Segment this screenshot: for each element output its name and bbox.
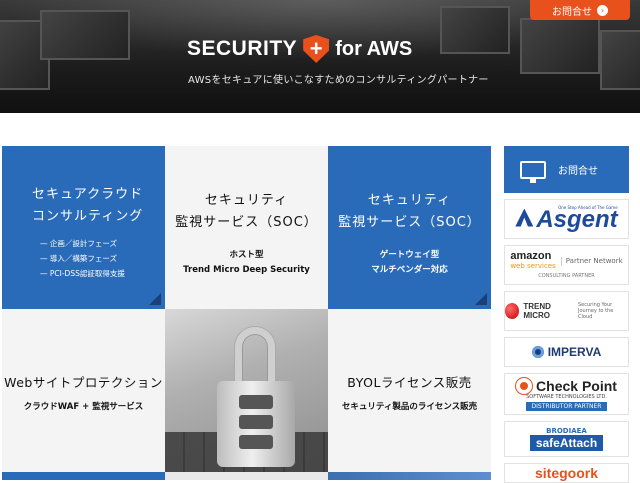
padlock-dial xyxy=(239,415,273,429)
partial-logo: sitegoork xyxy=(534,465,598,481)
chevron-right-icon: › xyxy=(597,4,608,16)
tagline: AWSをセキュアに使いこなすためのコンサルティングパートナー xyxy=(188,75,489,86)
tile-subtitle: ホスト型 Trend Micro Deep Security xyxy=(183,250,310,275)
banner-asgent[interactable]: One Step Ahead of The Game Asgent xyxy=(504,199,629,239)
banner-trend-micro[interactable]: TREND MICRO Securing Your Journey to the… xyxy=(504,291,629,331)
padlock-body xyxy=(217,381,295,467)
tile-title: Webサイトプロテクション xyxy=(4,375,163,390)
hero-monitor-image xyxy=(440,6,510,54)
list-item: — 企画／設計フェーズ xyxy=(40,239,118,248)
asgent-mark-icon xyxy=(515,208,534,227)
padlock-dial xyxy=(239,435,273,449)
trend-micro-logo: TREND MICRO Securing Your Journey to the… xyxy=(505,302,628,320)
logo-text-security: SECURITY xyxy=(187,37,298,60)
padlock-image xyxy=(165,309,328,472)
padlock-dial xyxy=(239,395,273,409)
banner-safeattach[interactable]: BRODIAEA safeAttach xyxy=(504,421,629,457)
tile-subtitle: ゲートウェイ型 マルチベンダー対応 xyxy=(371,250,448,275)
site-logo[interactable]: SECURITY + for AWS xyxy=(187,34,412,64)
header-contact-label: お問合せ xyxy=(552,6,592,18)
tile-title: BYOLライセンス販売 xyxy=(347,375,472,390)
tile-web-protection[interactable]: Webサイトプロテクション クラウドWAF + 監視サービス xyxy=(2,309,165,472)
monitor-icon xyxy=(520,160,546,183)
corner-arrow-icon xyxy=(149,293,161,305)
tile-soc-gateway[interactable]: セキュリティ 監視サービス（SOC） ゲートウェイ型 マルチベンダー対応 xyxy=(328,146,491,309)
imperva-dot-icon xyxy=(531,346,544,358)
imperva-logo: IMPERVA xyxy=(531,345,601,359)
shield-plus-icon: + xyxy=(303,35,330,63)
tile-item-list: — 企画／設計フェーズ — 導入／構築フェーズ — PCI-DSS認証取得支援 xyxy=(2,236,165,281)
safeattach-logo: BRODIAEA safeAttach xyxy=(529,427,604,451)
check-point-logo: Check Point SOFTWARE TECHNOLOGIES LTD. D… xyxy=(516,377,617,411)
hero-monitor-image xyxy=(40,10,130,60)
tile-title: セキュリティ 監視サービス（SOC） xyxy=(338,193,481,230)
tile-subtitle: セキュリティ製品のライセンス販売 xyxy=(341,402,478,412)
list-item: — PCI-DSS認証取得支援 xyxy=(40,269,125,278)
logo-text-for-aws: for AWS xyxy=(335,37,413,60)
banner-imperva[interactable]: IMPERVA xyxy=(504,337,629,367)
tile-title: セキュリティ 監視サービス（SOC） xyxy=(175,193,318,230)
tile-secure-cloud-consulting[interactable]: セキュアクラウド コンサルティング — 企画／設計フェーズ — 導入／構築フェー… xyxy=(2,146,165,309)
header-contact-button[interactable]: お問合せ › xyxy=(530,0,630,20)
banner-check-point[interactable]: Check Point SOFTWARE TECHNOLOGIES LTD. D… xyxy=(504,373,629,415)
tile-soc-host[interactable]: セキュリティ 監視サービス（SOC） ホスト型 Trend Micro Deep… xyxy=(165,146,328,309)
tile-partial[interactable] xyxy=(2,472,165,480)
aws-partner-logo: amazon web services Partner Network xyxy=(510,250,623,271)
tile-partial[interactable] xyxy=(165,472,328,480)
check-point-mark-icon xyxy=(516,377,533,394)
corner-arrow-icon xyxy=(475,293,487,305)
trend-micro-ball-icon xyxy=(505,303,520,319)
list-item: — 導入／構築フェーズ xyxy=(40,254,118,263)
asgent-logo: Asgent xyxy=(515,206,618,234)
sidebar-contact-label: お問合せ xyxy=(558,166,598,177)
consulting-partner-label: CONSULTING PARTNER xyxy=(538,273,595,279)
hero-monitor-image xyxy=(600,30,640,90)
banner-aws-partner[interactable]: amazon web services Partner Network CONS… xyxy=(504,245,629,285)
sidebar-contact-button[interactable]: お問合せ xyxy=(504,146,629,193)
banner-partial[interactable]: sitegoork xyxy=(504,463,629,483)
tile-byol-license[interactable]: BYOLライセンス販売 セキュリティ製品のライセンス販売 xyxy=(328,309,491,472)
tile-subtitle: クラウドWAF + 監視サービス xyxy=(23,402,144,412)
padlock-shackle xyxy=(235,327,275,387)
tile-partial[interactable] xyxy=(328,472,491,480)
hero-monitor-image xyxy=(520,18,600,74)
tile-title: セキュアクラウド コンサルティング xyxy=(32,187,144,224)
